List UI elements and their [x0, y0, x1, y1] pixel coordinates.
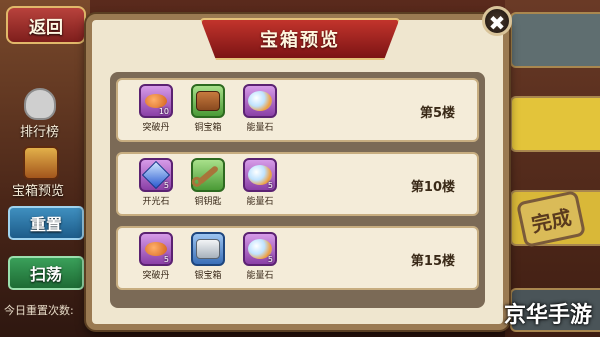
modal-title: 宝箱预览	[260, 30, 340, 51]
floor-label: 第15楼	[410, 254, 455, 269]
item-slot: 5	[243, 232, 277, 266]
reset-count-label: 今日重置次数:	[4, 304, 74, 317]
floor-row: 5 开光石 铜钥匙 5 能量石 第10楼	[116, 152, 479, 216]
item-name: 能量石	[246, 197, 274, 207]
item-count: 10	[158, 107, 169, 116]
item-name: 突破丹	[142, 123, 170, 133]
reward-item[interactable]: 10 突破丹	[134, 84, 178, 133]
right-panel: 完成	[505, 0, 600, 337]
chest-preview-icon[interactable]	[23, 146, 59, 180]
stones-icon	[248, 91, 272, 111]
floor-label: 第10楼	[410, 180, 455, 195]
trophy-icon[interactable]	[24, 88, 56, 120]
item-name: 铜钥匙	[194, 197, 222, 207]
floor-row: 10 突破丹 铜宝箱 能量石 第5楼	[116, 78, 479, 142]
item-slot: 5	[139, 158, 173, 192]
floor-list[interactable]: 10 突破丹 铜宝箱 能量石 第5楼 5 开光石 铜钥匙 5 能量石 第10楼 …	[110, 72, 485, 308]
pill-icon	[145, 242, 167, 256]
reward-item[interactable]: 5 能量石	[238, 232, 282, 281]
item-slot: 10	[139, 84, 173, 118]
silver-chest-icon	[196, 239, 220, 259]
ranking-label[interactable]: 排行榜	[20, 121, 59, 140]
chest-icon	[196, 91, 220, 111]
item-name: 突破丹	[142, 271, 170, 281]
watermark: 京华手游	[503, 303, 592, 328]
item-count: 5	[163, 181, 169, 190]
key-icon	[196, 164, 220, 186]
item-count: 5	[267, 255, 273, 264]
right-bar-2	[510, 96, 600, 152]
item-count: 5	[163, 255, 169, 264]
reward-item[interactable]: 5 开光石	[134, 158, 178, 207]
reward-item[interactable]: 铜钥匙	[186, 158, 230, 207]
floor-row: 5 突破丹 银宝箱 5 能量石 第15楼	[116, 226, 479, 290]
item-slot	[191, 84, 225, 118]
floor-label: 第5楼	[419, 106, 455, 121]
chest-preview-modal: 宝箱预览 10 突破丹 铜宝箱 能量石 第5楼 5 开光石 铜钥匙 5 能量石 …	[86, 14, 509, 330]
item-name: 银宝箱	[194, 271, 222, 281]
item-name: 开光石	[142, 197, 170, 207]
sweep-button[interactable]: 扫荡	[8, 256, 84, 290]
item-slot: 5	[139, 232, 173, 266]
reward-item[interactable]: 5 能量石	[238, 158, 282, 207]
item-slot	[191, 158, 225, 192]
item-name: 能量石	[246, 123, 274, 133]
item-name: 铜宝箱	[194, 123, 222, 133]
back-button[interactable]: 返回	[6, 6, 86, 44]
title-banner: 宝箱预览	[200, 18, 400, 60]
reward-item[interactable]: 5 突破丹	[134, 232, 178, 281]
reward-item[interactable]: 铜宝箱	[186, 84, 230, 133]
item-slot	[191, 232, 225, 266]
item-name: 能量石	[246, 271, 274, 281]
right-bar-1	[510, 12, 600, 68]
reward-item[interactable]: 银宝箱	[186, 232, 230, 281]
item-count: 5	[267, 181, 273, 190]
item-slot	[243, 84, 277, 118]
pill-icon	[145, 94, 167, 108]
chest-preview-label[interactable]: 宝箱预览	[12, 180, 64, 199]
item-slot: 5	[243, 158, 277, 192]
reward-item[interactable]: 能量石	[238, 84, 282, 133]
reset-button[interactable]: 重置	[8, 206, 84, 240]
close-button[interactable]: ✖	[482, 6, 512, 36]
